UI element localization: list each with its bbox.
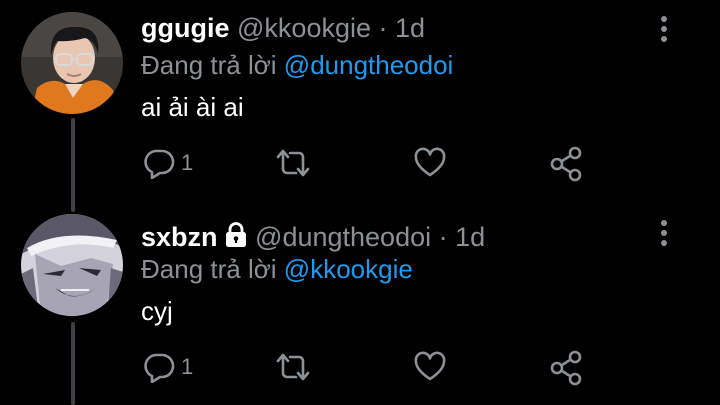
tweet-text: cyj (141, 296, 173, 326)
like-button[interactable] (413, 147, 447, 179)
reply-button[interactable]: 1 (143, 351, 193, 383)
retweet-button[interactable] (274, 147, 312, 179)
avatar[interactable] (21, 214, 123, 316)
avatar-image (21, 12, 123, 114)
reply-mention[interactable]: @kkookgie (284, 254, 413, 284)
more-icon[interactable] (656, 218, 672, 248)
avatar[interactable] (21, 12, 123, 114)
action-bar: 1 (0, 348, 720, 388)
display-name[interactable]: sxbzn (141, 222, 218, 252)
share-button[interactable] (549, 146, 583, 182)
reply-mention[interactable]: @dungtheodoi (284, 50, 454, 80)
separator: · (438, 222, 448, 252)
like-button[interactable] (413, 351, 447, 383)
tweet-header: ggugie @kkookgie · 1d (141, 15, 425, 42)
reply-button[interactable]: 1 (143, 147, 193, 179)
heart-icon (414, 147, 446, 177)
tweet-header: sxbzn @dungtheodoi · 1d (141, 222, 485, 253)
reply-count: 1 (181, 150, 194, 175)
handle[interactable]: @dungtheodoi (255, 222, 431, 252)
more-icon[interactable] (656, 14, 672, 44)
share-icon (550, 146, 582, 182)
timestamp[interactable]: 1d (455, 222, 485, 252)
heart-icon (414, 351, 446, 381)
retweet-icon (276, 149, 310, 177)
avatar-image (21, 214, 123, 316)
tweet[interactable]: sxbzn @dungtheodoi · 1d Đang trả lời @kk… (0, 200, 720, 405)
share-icon (550, 350, 582, 386)
reply-context: Đang trả lời @dungtheodoi (141, 52, 453, 78)
reply-context: Đang trả lời @kkookgie (141, 256, 413, 282)
action-bar: 1 (0, 144, 720, 184)
comment-icon (144, 353, 175, 383)
share-button[interactable] (549, 350, 583, 386)
reply-count: 1 (181, 354, 194, 379)
retweet-button[interactable] (274, 351, 312, 383)
comment-icon (144, 149, 175, 179)
tweet[interactable]: ggugie @kkookgie · 1d Đang trả lời @dung… (0, 0, 720, 200)
tweet-text: ai ải ài ai (141, 92, 244, 122)
retweet-icon (276, 353, 310, 381)
reply-prefix: Đang trả lời (141, 254, 277, 284)
reply-prefix: Đang trả lời (141, 50, 277, 80)
display-name[interactable]: ggugie (141, 13, 230, 43)
timestamp[interactable]: 1d (395, 13, 425, 43)
lock-icon (224, 222, 248, 253)
separator: · (378, 13, 388, 43)
handle[interactable]: @kkookgie (237, 13, 371, 43)
